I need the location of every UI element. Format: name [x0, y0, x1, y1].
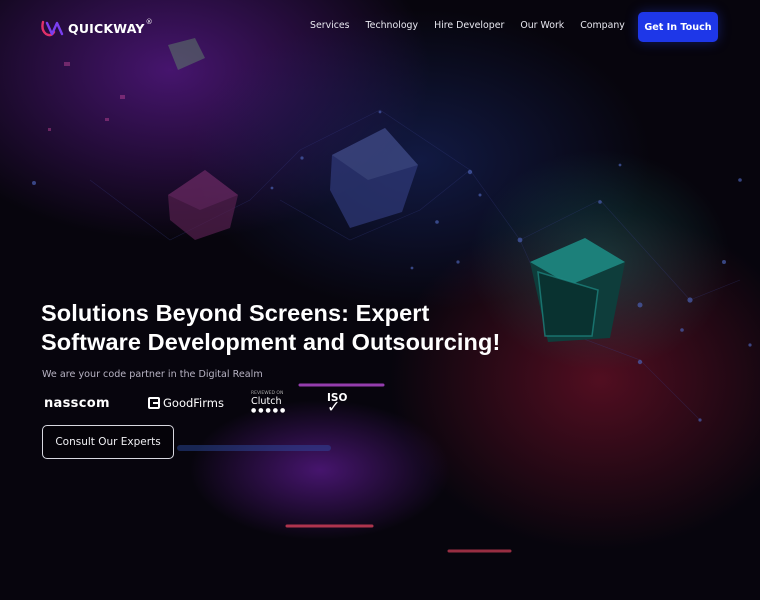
nav-technology[interactable]: Technology — [366, 20, 419, 31]
hero-title-line-1: Solutions Beyond Screens: Expert — [41, 300, 430, 326]
quickway-logo-icon — [41, 20, 64, 37]
clutch-badge: REVIEWED ON Clutch ●●●●● — [251, 388, 287, 418]
iso-badge: ISO ✓ — [327, 388, 347, 418]
nav-our-work[interactable]: Our Work — [520, 20, 564, 31]
hero-title-line-2: Software Development and Outsourcing! — [41, 329, 501, 355]
logo-wordmark: QUICKWAY — [68, 20, 145, 36]
checkmark-icon: ✓ — [327, 397, 341, 416]
main-nav: Services Technology Hire Developer Our W… — [310, 20, 641, 31]
clutch-stars-icon: ●●●●● — [251, 407, 288, 414]
goodfirms-logo-text: GoodFirms — [163, 396, 224, 410]
clutch-logo-text: Clutch — [251, 396, 282, 407]
nasscom-logo-text: nasscom — [44, 395, 110, 411]
hero-subtitle: We are your code partner in the Digital … — [42, 369, 263, 380]
get-in-touch-button[interactable]: Get In Touch — [638, 12, 718, 42]
logo-registered-mark: ® — [145, 18, 153, 26]
nasscom-badge: nasscom — [44, 388, 110, 418]
nav-company[interactable]: Company — [580, 20, 625, 31]
site-header: QUICKWAY ® Services Technology Hire Deve… — [0, 0, 760, 56]
consult-our-experts-button[interactable]: Consult Our Experts — [42, 425, 174, 459]
nav-hire-developer[interactable]: Hire Developer — [434, 20, 504, 31]
nav-services[interactable]: Services — [310, 20, 350, 31]
goodfirms-badge: GoodFirms — [148, 388, 224, 418]
goodfirms-icon — [148, 397, 160, 409]
brand-logo[interactable]: QUICKWAY ® — [40, 17, 153, 39]
hero-title: Solutions Beyond Screens: Expert Softwar… — [41, 299, 501, 357]
partner-badges: nasscom GoodFirms REVIEWED ON Clutch ●●●… — [44, 388, 404, 418]
